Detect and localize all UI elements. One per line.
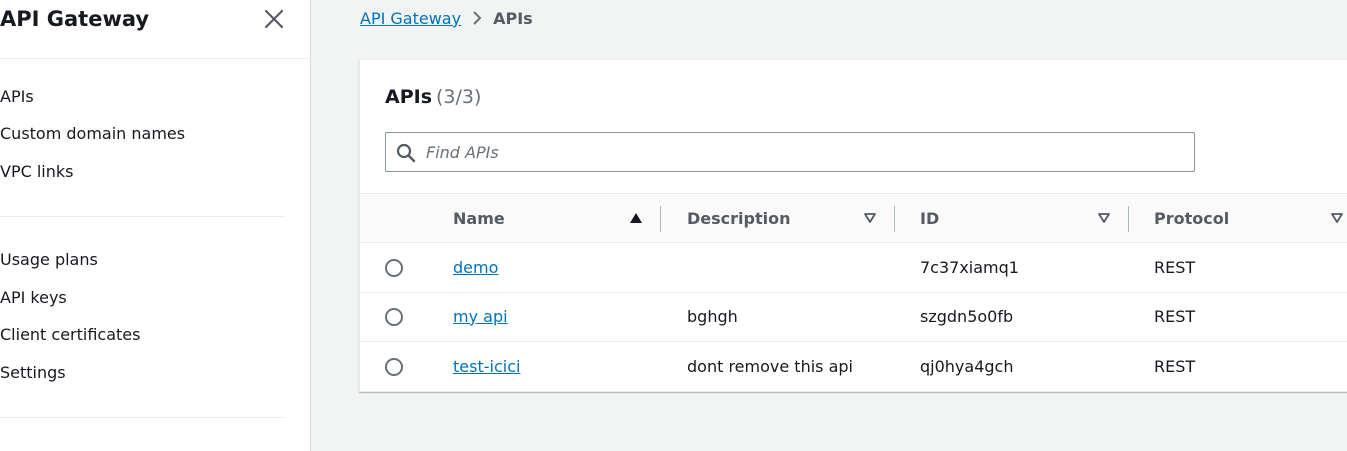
- column-header-description[interactable]: Description: [687, 194, 857, 242]
- sidebar-item-settings[interactable]: Settings: [0, 362, 66, 384]
- api-protocol: REST: [1154, 257, 1196, 277]
- sidebar-title: API Gateway: [0, 7, 150, 31]
- table-row[interactable]: demo 7c37xiamq1 REST: [360, 243, 1347, 293]
- api-description: bghgh: [687, 306, 738, 326]
- column-divider[interactable]: [894, 206, 895, 232]
- api-protocol: REST: [1154, 356, 1196, 376]
- close-sidebar-button[interactable]: [262, 8, 286, 32]
- sort-unsorted-icon[interactable]: [1330, 211, 1344, 225]
- sidebar-item-custom-domain-names[interactable]: Custom domain names: [0, 123, 185, 145]
- breadcrumb-link-api-gateway[interactable]: API Gateway: [360, 9, 461, 28]
- sidebar-divider: [0, 417, 285, 418]
- table-row[interactable]: my api bghgh szgdn5o0fb REST: [360, 292, 1347, 342]
- api-id: qj0hya4gch: [920, 356, 1014, 376]
- sidebar-item-usage-plans[interactable]: Usage plans: [0, 249, 98, 271]
- api-name-link[interactable]: test-icici: [453, 357, 520, 376]
- breadcrumb: API Gateway APIs: [360, 6, 533, 30]
- column-header-name[interactable]: Name: [453, 194, 633, 242]
- chevron-right-icon: [473, 11, 482, 25]
- sort-unsorted-icon[interactable]: [1097, 211, 1111, 225]
- breadcrumb-current: APIs: [493, 8, 533, 28]
- panel-title-text: APIs: [385, 86, 433, 108]
- column-header-id[interactable]: ID: [920, 194, 1090, 242]
- sidebar-item-client-certificates[interactable]: Client certificates: [0, 324, 140, 346]
- api-description: dont remove this api: [687, 356, 853, 376]
- api-id: 7c37xiamq1: [920, 257, 1019, 277]
- sidebar-header: API Gateway: [0, 0, 311, 59]
- sidebar-item-api-keys[interactable]: API keys: [0, 287, 67, 309]
- sidebar: API Gateway APIs Custom domain names VPC…: [0, 0, 311, 451]
- table-row[interactable]: test-icici dont remove this api qj0hya4g…: [360, 342, 1347, 392]
- close-icon: [264, 9, 284, 29]
- column-divider[interactable]: [660, 206, 661, 232]
- api-name-link[interactable]: my api: [453, 307, 508, 326]
- row-select-radio[interactable]: [385, 259, 403, 277]
- row-select-radio[interactable]: [385, 358, 403, 376]
- sidebar-item-vpc-links[interactable]: VPC links: [0, 161, 73, 183]
- search-icon: [396, 143, 416, 163]
- sort-ascending-icon[interactable]: [629, 211, 643, 225]
- panel-title: APIs (3/3): [385, 84, 481, 110]
- search-field: [385, 132, 1195, 172]
- table-header: Name Description ID Protocol: [360, 193, 1347, 243]
- sidebar-divider: [0, 216, 285, 217]
- sort-unsorted-icon[interactable]: [863, 211, 877, 225]
- sidebar-item-apis[interactable]: APIs: [0, 86, 34, 108]
- api-id: szgdn5o0fb: [920, 306, 1014, 326]
- row-select-radio[interactable]: [385, 308, 403, 326]
- column-header-protocol[interactable]: Protocol: [1154, 194, 1324, 242]
- apis-panel: APIs(3/3) Name Description ID Proto: [359, 59, 1347, 392]
- api-protocol: REST: [1154, 306, 1196, 326]
- panel-count: (3/3): [436, 86, 482, 108]
- api-name-link[interactable]: demo: [453, 258, 498, 277]
- search-input[interactable]: [426, 133, 1186, 171]
- column-divider[interactable]: [1128, 206, 1129, 232]
